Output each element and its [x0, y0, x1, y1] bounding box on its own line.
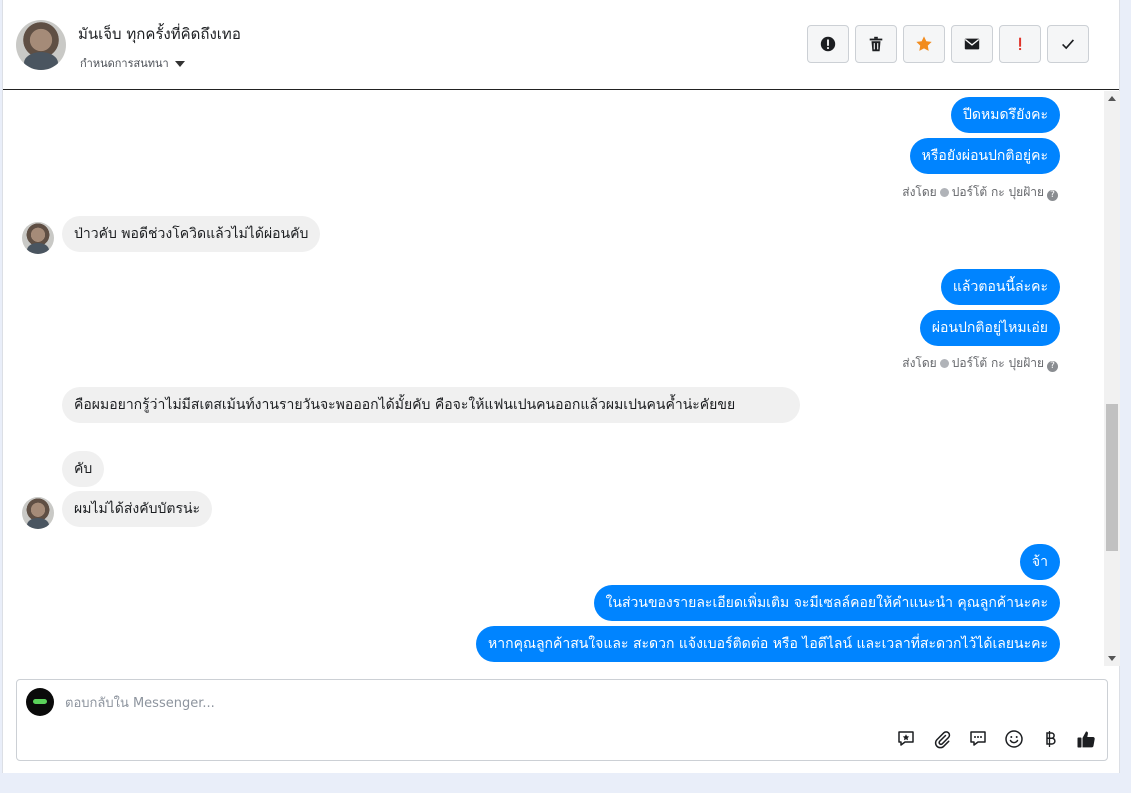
emoji-button[interactable] [1003, 728, 1025, 750]
message-incoming[interactable]: ผมไม่ได้ส่งคับบัตรน่ะ [62, 491, 213, 527]
help-icon[interactable]: ? [1047, 361, 1058, 372]
caret-down-icon [174, 61, 185, 67]
sent-by-prefix: ส่งโดย [902, 185, 937, 199]
page-dot-icon [939, 188, 949, 197]
saved-reply-icon [898, 731, 914, 746]
reply-composer [16, 679, 1108, 761]
scroll-thumb[interactable] [1106, 404, 1118, 551]
sent-by-label: ส่งโดย ปอร์โต้ กะ ปุยฝ้าย? [902, 183, 1058, 202]
attach-button[interactable] [931, 728, 953, 750]
contact-avatar[interactable] [16, 20, 66, 70]
message-outgoing[interactable]: หากคุณลูกค้าสนใจและ สะดวก แจ้งเบอร์ติดต่… [476, 626, 1060, 662]
message-incoming[interactable]: ป่าวคับ พอดีช่วงโควิดแล้วไม่ได้ผ่อนคับ [62, 216, 321, 252]
like-button[interactable] [1075, 728, 1097, 750]
star-button[interactable] [903, 25, 945, 63]
message-outgoing[interactable]: ผ่อนปกติอยู่ไหมเอ่ย [919, 310, 1060, 346]
message-outgoing[interactable]: จ้า [1019, 544, 1060, 580]
header-actions [807, 25, 1089, 63]
reply-input[interactable] [65, 692, 865, 714]
scroll-up-icon[interactable] [1108, 96, 1116, 101]
payment-button[interactable] [1039, 728, 1061, 750]
mark-unread-button[interactable] [951, 25, 993, 63]
assign-label: กำหนดการสนทนา [80, 57, 169, 70]
star-icon [916, 36, 932, 51]
message-outgoing[interactable]: หรือยังผ่อนปกติอยู่คะ [909, 138, 1060, 174]
emoji-icon [1005, 730, 1023, 748]
sent-by-sender[interactable]: ปอร์โต้ กะ ปุยฝ้าย [952, 185, 1044, 199]
spam-alert-button[interactable] [807, 25, 849, 63]
message-incoming[interactable]: คับ [62, 451, 105, 487]
exclamation-icon [1019, 37, 1022, 51]
conversation-header: มันเจ็บ ทุกครั้งที่คิดถึงเทอ กำหนดการสนท… [3, 0, 1119, 90]
conversation-panel: มันเจ็บ ทุกครั้งที่คิดถึงเทอ กำหนดการสนท… [2, 0, 1120, 773]
contact-avatar-small [22, 222, 54, 254]
trash-icon [869, 36, 883, 52]
envelope-icon [964, 38, 980, 50]
message-outgoing[interactable]: ในส่วนของรายละเอียดเพิ่มเติม จะมีเซลล์คอ… [593, 585, 1060, 621]
comment-icon [970, 731, 986, 746]
contact-name[interactable]: มันเจ็บ ทุกครั้งที่คิดถึงเทอ [78, 22, 241, 46]
message-scrollbar[interactable] [1104, 91, 1120, 666]
mark-done-button[interactable] [1047, 25, 1089, 63]
saved-reply-button[interactable] [895, 728, 917, 750]
exclamation-circle-icon [820, 36, 836, 52]
sent-by-prefix: ส่งโดย [902, 356, 937, 370]
page-logo-avatar [26, 688, 54, 716]
thumbs-up-icon [1077, 731, 1095, 748]
contact-avatar-small [22, 497, 54, 529]
comment-button[interactable] [967, 728, 989, 750]
page-dot-icon [939, 359, 949, 368]
sent-by-label: ส่งโดย ปอร์โต้ กะ ปุยฝ้าย? [902, 354, 1058, 373]
sent-by-sender[interactable]: ปอร์โต้ กะ ปุยฝ้าย [952, 356, 1044, 370]
message-outgoing[interactable]: แล้วตอนนี้ล่ะคะ [940, 269, 1060, 305]
paperclip-icon [934, 731, 951, 749]
message-incoming[interactable]: คือผมอยากรู้ว่าไม่มีสเตสเม้นท์งานรายวันจ… [62, 387, 800, 423]
scroll-down-icon[interactable] [1108, 656, 1116, 661]
help-icon[interactable]: ? [1047, 190, 1058, 201]
assign-conversation-dropdown[interactable]: กำหนดการสนทนา [80, 54, 185, 72]
follow-up-button[interactable] [999, 25, 1041, 63]
message-outgoing[interactable]: ปีดหมดรึยังคะ [951, 97, 1060, 133]
message-list[interactable]: ปีดหมดรึยังคะ หรือยังผ่อนปกติอยู่คะ ส่งโ… [3, 91, 1104, 666]
composer-tools [895, 728, 1097, 750]
check-icon [1062, 39, 1075, 50]
baht-icon [1046, 731, 1056, 747]
delete-button[interactable] [855, 25, 897, 63]
